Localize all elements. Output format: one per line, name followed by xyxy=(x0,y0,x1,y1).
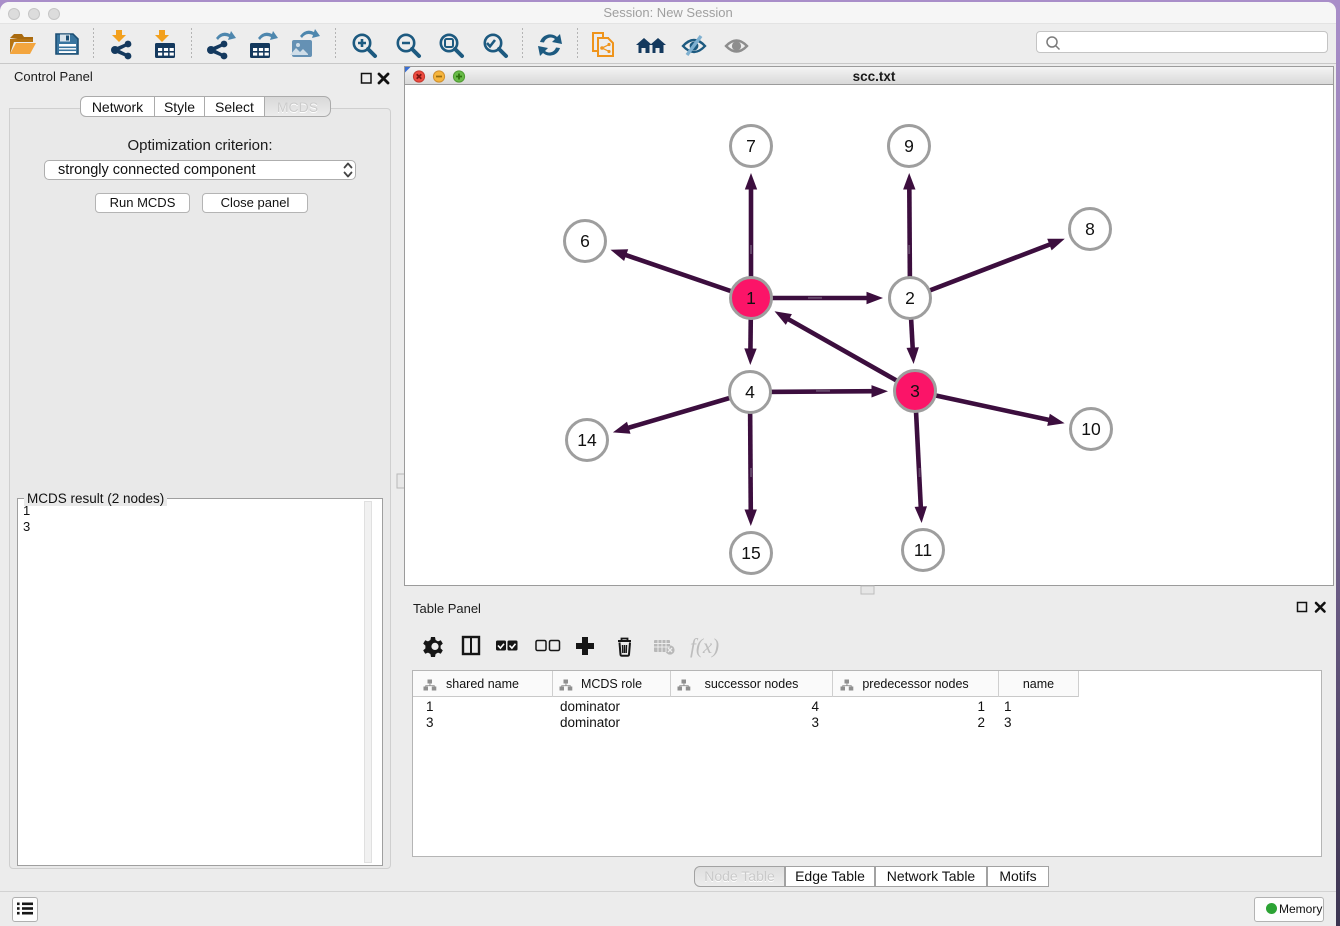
svg-text:14: 14 xyxy=(577,430,597,450)
svg-text:1: 1 xyxy=(746,288,756,308)
svg-text:4: 4 xyxy=(745,382,755,402)
svg-text:f(x): f(x) xyxy=(690,634,719,658)
svg-text:3: 3 xyxy=(910,381,920,401)
svg-text:11: 11 xyxy=(913,540,931,560)
svg-text:6: 6 xyxy=(580,231,590,251)
svg-text:10: 10 xyxy=(1081,419,1101,439)
svg-text:7: 7 xyxy=(746,136,756,156)
svg-text:8: 8 xyxy=(1085,219,1095,239)
svg-text:9: 9 xyxy=(904,136,914,156)
svg-text:15: 15 xyxy=(741,543,760,563)
svg-text:2: 2 xyxy=(905,288,915,308)
